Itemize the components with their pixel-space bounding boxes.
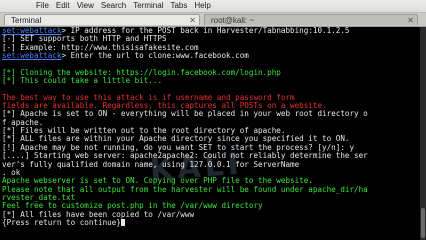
terminal-line: [*] Files will be written out to the roo… <box>2 127 420 135</box>
menu-edit[interactable]: Edit <box>56 0 70 12</box>
tab-terminal[interactable]: Terminal ✕ <box>4 14 200 25</box>
output-text: fields are available. Regardless, this c… <box>2 102 327 111</box>
terminal-output[interactable]: set:webattack> IP address for the POST b… <box>0 27 420 240</box>
text-cursor <box>120 218 125 226</box>
tab-bar: Terminal ✕ root@kali: ~ ✕ <box>0 13 426 27</box>
menu-tabs[interactable]: Tabs <box>170 0 187 12</box>
prompt-label: set:webattack <box>2 52 62 61</box>
output-text: [*] Apache is set to ON - everything wil… <box>2 110 368 119</box>
terminal-line: set:webattack> Enter the url to clone:ww… <box>2 52 420 60</box>
output-text: . ok <box>2 168 21 177</box>
terminal-line: [*] ALL files are within your Apache dir… <box>2 135 420 143</box>
output-text: [*] This could take a little bit... <box>2 77 163 86</box>
command-text: > Enter the url to clone:www.facebook.co… <box>61 52 249 61</box>
terminal-window: File Edit View Search Terminal Tabs Help… <box>0 0 426 240</box>
terminal-line: Please note that all output from the har… <box>2 186 420 194</box>
output-text: Apache webserver is set to ON. Copying o… <box>2 177 313 186</box>
terminal-line: set:webattack> IP address for the POST b… <box>2 27 420 35</box>
scroll-thumb[interactable] <box>421 208 425 238</box>
tab-root-kali[interactable]: root@kali: ~ ✕ <box>204 14 418 25</box>
terminal-line: rvester_date.txt <box>2 194 420 202</box>
terminal-line: fields are available. Regardless, this c… <box>2 102 420 110</box>
menu-terminal[interactable]: Terminal <box>133 0 163 12</box>
output-text: [-] Example: http://www.thisisafakesite.… <box>2 43 199 52</box>
tab-label: root@kali: ~ <box>211 16 255 25</box>
terminal-line: [*] This could take a little bit... <box>2 77 420 85</box>
output-text: Please note that all output from the har… <box>2 185 368 194</box>
terminal-line: ver's fully qualified domain name, using… <box>2 161 420 169</box>
output-text: f apache. <box>2 118 44 127</box>
command-text: > IP address for the POST back in Harves… <box>61 27 350 35</box>
menu-view[interactable]: View <box>77 0 94 12</box>
close-icon[interactable]: ✕ <box>407 15 414 26</box>
output-text: The best way to use this attack is if us… <box>2 93 295 102</box>
terminal-line: The best way to use this attack is if us… <box>2 94 420 102</box>
scrollbar[interactable] <box>420 27 426 240</box>
terminal-line: . ok <box>2 169 420 177</box>
prompt-label: set:webattack <box>2 27 62 35</box>
terminal-line: f apache. <box>2 119 420 127</box>
output-text: rvester_date.txt <box>2 193 76 202</box>
terminal-line: [!] Apache may be not running, do you wa… <box>2 144 420 152</box>
output-text: ver's fully qualified domain name, using… <box>2 160 300 169</box>
output-text: {Press return to continue} <box>2 218 121 227</box>
output-text: [....] Starting web server: apache2apach… <box>2 152 368 161</box>
output-text: [*] All files have been copied to /var/w… <box>2 210 195 219</box>
terminal-line: {Press return to continue} <box>2 218 420 227</box>
terminal-line: [*] All files have been copied to /var/w… <box>2 211 420 219</box>
tab-label: Terminal <box>11 16 42 25</box>
output-text: [*] ALL files are within your Apache dir… <box>2 135 350 144</box>
output-text: [*] Files will be written out to the roo… <box>2 127 286 136</box>
menu-file[interactable]: File <box>36 0 49 12</box>
close-icon[interactable]: ✕ <box>189 15 196 26</box>
menu-help[interactable]: Help <box>194 0 210 12</box>
terminal-line: [....] Starting web server: apache2apach… <box>2 152 420 160</box>
output-text: [!] Apache may be not running, do you wa… <box>2 143 355 152</box>
output-text: [*] Cloning the website: https://login.f… <box>2 68 281 77</box>
output-text: Feel free to customize post.php in the /… <box>2 202 263 211</box>
terminal-line: Feel free to customize post.php in the /… <box>2 202 420 210</box>
terminal-line: [*] Apache is set to ON - everything wil… <box>2 110 420 118</box>
terminal-line: [-] SET supports both HTTP and HTTPS <box>2 35 420 43</box>
terminal-line: [*] Cloning the website: https://login.f… <box>2 69 420 77</box>
terminal-line: Apache webserver is set to ON. Copying o… <box>2 177 420 185</box>
output-text: [-] SET supports both HTTP and HTTPS <box>2 35 167 44</box>
menu-bar: File Edit View Search Terminal Tabs Help <box>0 0 426 13</box>
terminal-line: [-] Example: http://www.thisisafakesite.… <box>2 44 420 52</box>
menu-search[interactable]: Search <box>101 0 126 12</box>
